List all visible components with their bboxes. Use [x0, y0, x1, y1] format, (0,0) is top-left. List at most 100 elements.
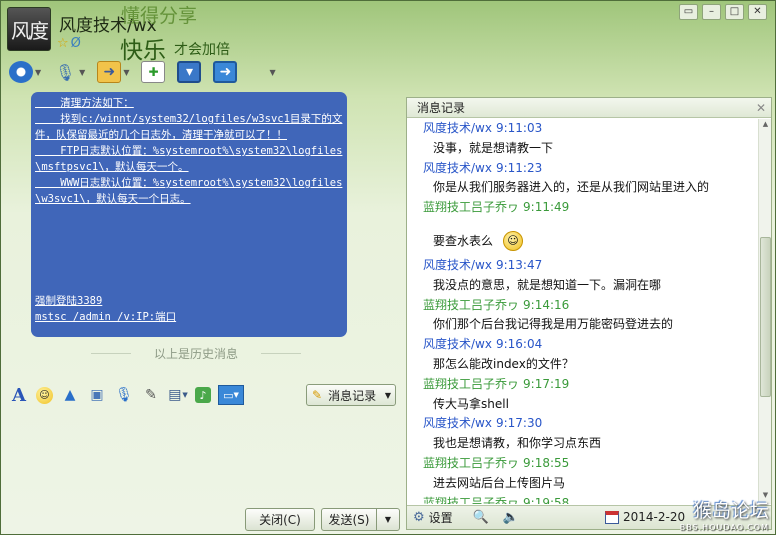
star-icon[interactable]: ☆ [57, 36, 69, 51]
message-text-content: 进去网站后台上传图片马 [433, 475, 566, 490]
message-text-content: 你是从我们服务器进入的，还是从我们网站里进入的 [433, 180, 710, 195]
send-button[interactable]: 发送(S) [321, 508, 377, 531]
message-time: 9:14:16 [523, 297, 570, 312]
message-log: 风度技术/wx 9:11:03 没事，就是想请教一下 风度技术/wx 9:11:23 你是… [407, 119, 759, 504]
sender-name[interactable]: 蓝翔技工吕子乔ヮ [423, 377, 519, 391]
message-time: 9:11:23 [495, 160, 543, 175]
signature-icon[interactable]: Ø [71, 36, 81, 51]
message-header: 风度技术/wx 9:16:04 [423, 335, 759, 355]
message-header: 蓝翔技工吕子乔ヮ 9:14:16 [423, 296, 759, 316]
shake-icon[interactable]: ▲ [60, 385, 80, 405]
remote-assist-icon[interactable]: ▭ ▼ [218, 385, 244, 405]
send-file-button[interactable]: ➜ ▼ [97, 61, 129, 83]
close-icon[interactable]: ✕ [756, 101, 766, 115]
chevron-down-icon[interactable]: ▼ [385, 391, 391, 400]
screenshot-icon[interactable]: ▤ ▼ [168, 385, 188, 405]
main-toolbar: ▼ 🎙 ▼ ➜ ▼ ✚ ▾ ➜ ▼ [9, 61, 288, 83]
remote-desktop-button[interactable]: ▾ [177, 61, 202, 83]
message-header: 风度技术/wx 9:17:30 [423, 414, 759, 434]
watermark-title: 猴岛论坛 [692, 500, 769, 522]
message-time: 9:18:55 [523, 455, 570, 470]
message-time: 9:11:49 [523, 200, 570, 215]
sender-name[interactable]: 风度技术/wx [423, 258, 492, 272]
sms-button[interactable]: ✚ [141, 61, 166, 83]
calendar-icon [605, 510, 619, 524]
message-time: 9:19:58 [523, 495, 570, 504]
close-window-button[interactable]: ✕ [748, 4, 767, 20]
message-add-icon: ✚ [141, 61, 166, 83]
message-input[interactable] [7, 411, 401, 506]
music-icon[interactable]: ♪ [195, 387, 211, 403]
skin-button[interactable]: ▭ [679, 4, 698, 20]
watermark-url: BBS.HOUDAO.COM [679, 523, 769, 532]
date-picker[interactable]: 2014-2-20 [605, 510, 685, 524]
message-text: 那怎么能改index的文件？ [423, 355, 759, 375]
font-icon[interactable]: A [9, 385, 29, 406]
chevron-down-icon[interactable]: ▼ [269, 68, 275, 77]
minimize-button[interactable]: – [702, 4, 721, 20]
search-icon[interactable]: 🔍 [473, 510, 489, 525]
emoji-icon[interactable]: ☺ [36, 386, 53, 404]
message-text: 没事，就是想请教一下 [423, 139, 759, 159]
message-text-content: 你们那个后台我记得我是用万能密码登进去的 [433, 317, 674, 332]
message-time: 9:16:04 [495, 337, 543, 352]
chevron-down-icon[interactable]: ▼ [79, 68, 85, 77]
message-time: 9:11:03 [495, 121, 543, 135]
sender-name[interactable]: 蓝翔技工吕子乔ヮ [423, 496, 519, 504]
history-divider: 以上是历史消息 [91, 345, 301, 362]
sender-name[interactable]: 蓝翔技工吕子乔ヮ [423, 200, 519, 214]
send-options-button[interactable]: ▼ [376, 508, 400, 531]
sender-name[interactable]: 风度技术/wx [423, 337, 492, 351]
chevron-down-icon[interactable]: ▼ [35, 68, 41, 77]
message-text-content: 传大马拿shell [433, 396, 509, 411]
settings-label[interactable]: 设置 [429, 509, 453, 526]
history-message-bubble: 清理方法如下： 找到c:/winnt/system32/logfiles/w3s… [31, 92, 347, 337]
history-line: 强制登陆3389 [35, 295, 103, 307]
contact-status: ☆ Ø [57, 36, 81, 51]
voice-call-button[interactable]: 🎙 ▼ [53, 61, 85, 83]
sender-name[interactable]: 风度技术/wx [423, 161, 492, 175]
scroll-up-icon[interactable]: ▲ [760, 120, 771, 132]
doodle-icon[interactable]: ✎ [141, 385, 161, 405]
message-text-content: 我也是想请教，和你学习点东西 [433, 436, 602, 451]
chat-window: 风度 风度技术/wx ☆ Ø 懂得分享 快乐 才会加倍 ▭ – □ ✕ ▼ 🎙 … [0, 0, 776, 535]
sender-name[interactable]: 蓝翔技工吕子乔ヮ [423, 456, 519, 470]
message-header: 蓝翔技工吕子乔ヮ 9:11:49 [423, 198, 759, 218]
emoji-icon: ☺ [503, 231, 524, 252]
history-line: 清理方法如下： [35, 97, 134, 109]
speaker-icon[interactable]: 🔈 [503, 510, 519, 525]
contact-avatar[interactable]: 风度 [7, 7, 51, 51]
folder-icon: ➜ [97, 61, 122, 83]
scrollbar[interactable]: ▲ ▼ [758, 119, 771, 504]
scroll-thumb[interactable] [760, 237, 771, 397]
window-controls: ▭ – □ ✕ [679, 4, 767, 20]
webcam-icon [9, 61, 33, 83]
gear-icon[interactable]: ⚙ [413, 510, 425, 525]
apps-button[interactable]: ▼ [249, 63, 275, 81]
message-header: 蓝翔技工吕子乔ヮ 9:18:55 [423, 454, 759, 474]
message-time: 9:17:19 [523, 376, 570, 391]
sender-name[interactable]: 风度技术/wx [423, 416, 492, 430]
history-line: mstsc /admin /v:IP:端口 [35, 311, 177, 323]
watermark: 猴岛论坛 BBS.HOUDAO.COM [680, 496, 769, 532]
chevron-down-icon[interactable]: ▼ [123, 68, 129, 77]
image-icon[interactable]: ▣ [87, 385, 107, 405]
history-line: WWW日志默认位置：%systemroot%\system32\logfiles… [35, 177, 343, 205]
voice-message-icon[interactable]: 🎙 [114, 385, 134, 405]
maximize-button[interactable]: □ [725, 4, 744, 20]
monitor-icon: ▾ [177, 61, 202, 83]
video-call-button[interactable]: ▼ [9, 61, 41, 83]
history-line: 找到c:/winnt/system32/logfiles/w3svc1目录下的文… [35, 113, 343, 141]
sender-name[interactable]: 风度技术/wx [423, 121, 492, 135]
sender-name[interactable]: 蓝翔技工吕子乔ヮ [423, 298, 519, 312]
message-text-content: 我没点的意思，就是想知道一下。漏洞在哪 [433, 277, 662, 292]
panel-title: 消息记录 [407, 98, 771, 118]
message-time: 9:17:30 [495, 416, 543, 431]
message-text-content: 那怎么能改index的文件？ [433, 356, 574, 371]
message-record-button[interactable]: ✎ 消息记录 ▼ [306, 384, 396, 406]
message-text: 传大马拿shell [423, 395, 759, 415]
screen-share-icon: ➜ [213, 61, 238, 83]
message-text: 你们那个后台我记得我是用万能密码登进去的 [423, 315, 759, 335]
close-button[interactable]: 关闭(C) [245, 508, 315, 531]
share-screen-button[interactable]: ➜ [213, 61, 238, 83]
